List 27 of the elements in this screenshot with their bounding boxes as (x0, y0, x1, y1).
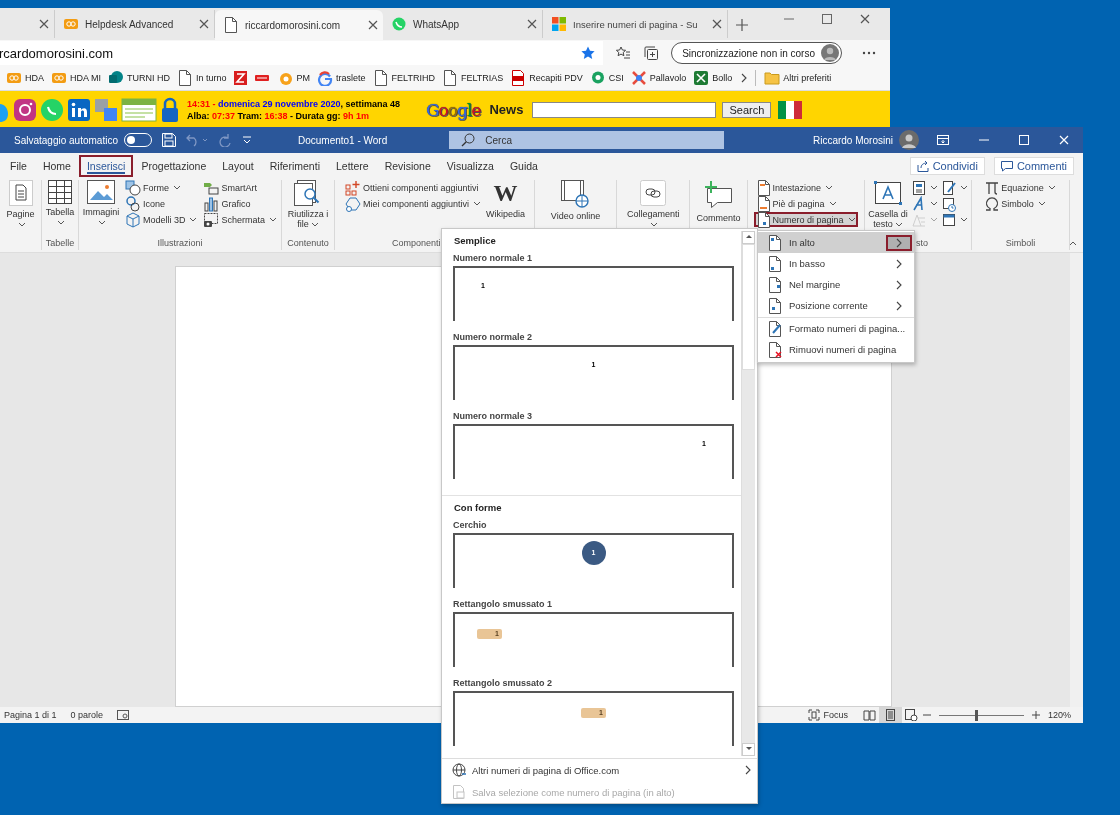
wikipedia-icon: W (493, 180, 518, 206)
gallery-item-label: Numero normale 1 (452, 252, 534, 265)
group-label: Illustrazioni (157, 238, 203, 250)
tab-title: Inserire numeri di pagina - Su (573, 18, 699, 30)
tab-title: Helpdesk Advanced (85, 18, 175, 30)
user-name: Riccardo Morosini (812, 134, 893, 146)
document-title: Documento1 - Word (297, 134, 388, 146)
autosave-label: Salvataggio automatico (14, 134, 118, 146)
group-label: Simboli (1005, 238, 1036, 250)
section-heading: Semplice (453, 234, 497, 248)
tab-title: riccardomorosini.com (245, 19, 342, 31)
group-label: Tabelle (45, 238, 75, 250)
gallery-item-label: Rettangolo smussato 1 (452, 598, 554, 611)
group-label: sto (916, 238, 928, 250)
date-text: 14:31 - domenica 29 novembre 2020, settimana 48 (187, 97, 402, 110)
gallery-item-label: Numero normale 3 (452, 410, 534, 423)
news-label: News (489, 102, 524, 117)
section-heading: Con forme (453, 501, 503, 515)
gallery-item-label: Cerchio (452, 519, 488, 532)
group-label: Componenti (392, 238, 441, 250)
group-label: Contenuto (287, 238, 329, 250)
url-text: rcardomorosini.com (0, 45, 115, 61)
gallery-item-label: Rettangolo smussato 2 (452, 677, 554, 690)
gallery-item-label: Numero normale 2 (452, 331, 534, 344)
sun-times-text: Alba: 07:37 Tram: 16:38 - Durata gg: 9h 1m (187, 109, 371, 122)
tab-title: WhatsApp (413, 18, 461, 30)
search-placeholder: Cerca (485, 134, 512, 146)
